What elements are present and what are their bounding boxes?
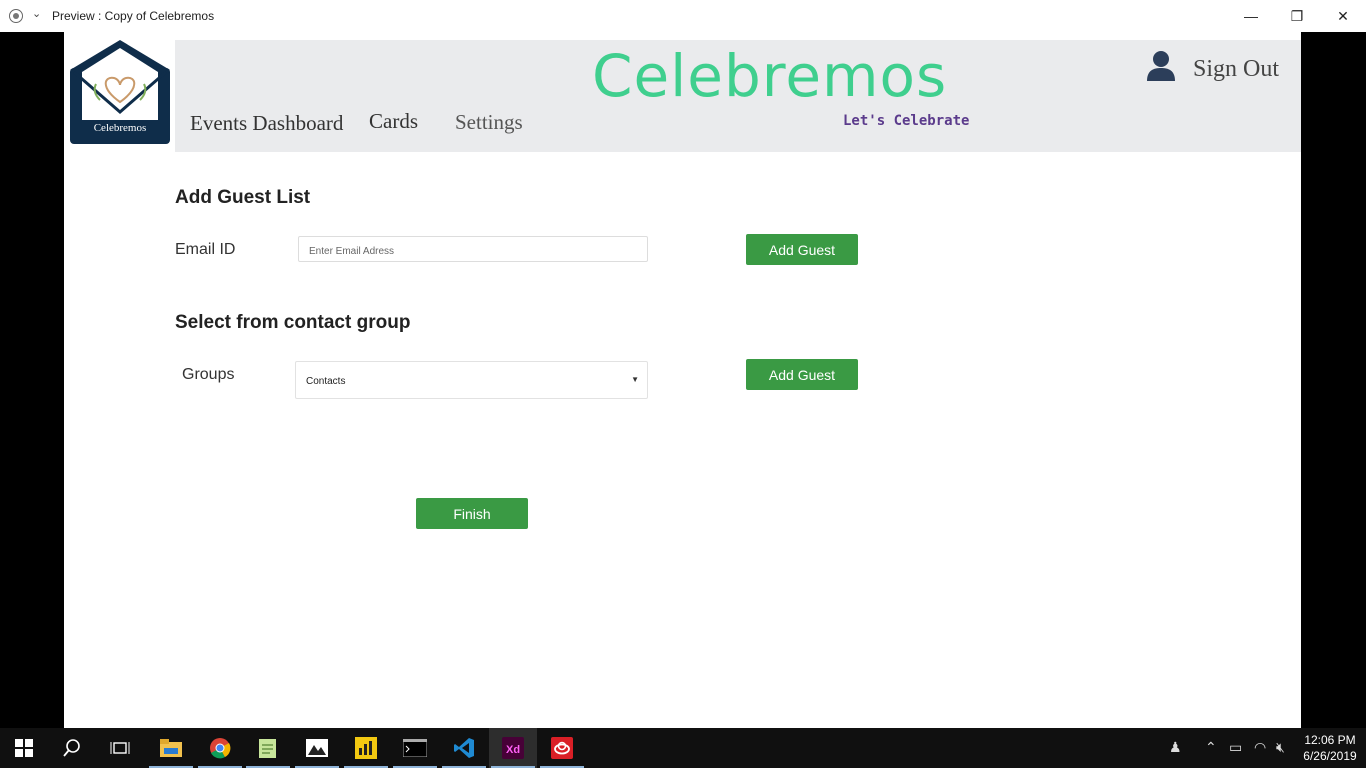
minimize-button[interactable]: — xyxy=(1228,0,1274,32)
logo-text: Celebremos xyxy=(93,122,147,134)
chevron-up-icon[interactable]: ⌃ xyxy=(1205,739,1217,756)
clock-date: 6/26/2019 xyxy=(1303,749,1357,763)
file-explorer-icon[interactable] xyxy=(147,728,195,768)
terminal-icon[interactable] xyxy=(391,728,439,768)
window-titlebar: ⌄ Preview : Copy of Celebremos — ❐ ✕ xyxy=(0,0,1366,32)
battery-icon[interactable]: ▭ xyxy=(1229,739,1242,756)
creative-cloud-icon[interactable] xyxy=(538,728,586,768)
email-label: Email ID xyxy=(175,241,236,258)
groups-select[interactable]: Contacts ▼ xyxy=(295,361,648,399)
clock-time: 12:06 PM xyxy=(1304,733,1356,747)
notepad-icon[interactable] xyxy=(244,728,292,768)
add-guest-from-group-button[interactable]: Add Guest xyxy=(746,359,858,390)
power-bi-icon[interactable] xyxy=(342,728,390,768)
clock[interactable]: 12:06 PM 6/26/2019 xyxy=(1300,732,1360,764)
volume-muted-icon[interactable]: 🔇︎ xyxy=(1276,739,1285,756)
window-title: Preview : Copy of Celebremos xyxy=(52,9,215,23)
contact-group-heading: Select from contact group xyxy=(175,312,411,333)
svg-text:Xd: Xd xyxy=(506,744,520,756)
caret-down-icon: ▼ xyxy=(631,375,639,384)
nav-events-dashboard[interactable]: Events Dashboard xyxy=(190,111,343,136)
sign-out-link[interactable]: Sign Out xyxy=(1193,56,1279,83)
restore-button[interactable]: ❐ xyxy=(1274,0,1320,32)
start-icon[interactable] xyxy=(0,728,48,768)
email-input[interactable]: Enter Email Adress xyxy=(298,236,648,262)
brand-title: Celebremos xyxy=(592,42,948,110)
photos-icon[interactable] xyxy=(293,728,341,768)
app-canvas: Celebremos Celebremos Let's Celebrate Ev… xyxy=(64,32,1301,728)
search-icon[interactable] xyxy=(48,728,96,768)
record-icon[interactable] xyxy=(9,9,23,23)
vscode-icon[interactable] xyxy=(440,728,488,768)
nav-cards[interactable]: Cards xyxy=(369,109,418,134)
adobe-xd-icon[interactable]: Xd xyxy=(489,728,537,768)
taskbar: Xd ♟ ⌃ ▭ ◠ 🔇︎ 12:06 PM 6/26/2019 xyxy=(0,728,1366,768)
task-view-icon[interactable] xyxy=(96,728,144,768)
header-bar: Celebremos Let's Celebrate Events Dashbo… xyxy=(175,40,1301,152)
logo[interactable]: Celebremos xyxy=(70,40,170,144)
tagline: Let's Celebrate xyxy=(843,113,970,129)
chevron-down-icon[interactable]: ⌄ xyxy=(32,7,41,20)
people-icon[interactable]: ♟ xyxy=(1169,739,1182,756)
groups-selected-value: Contacts xyxy=(306,376,346,387)
nav-settings[interactable]: Settings xyxy=(455,110,523,135)
groups-label: Groups xyxy=(182,366,235,383)
wifi-icon[interactable]: ◠ xyxy=(1254,739,1266,756)
finish-button[interactable]: Finish xyxy=(416,498,528,529)
user-icon[interactable] xyxy=(1146,50,1176,82)
close-button[interactable]: ✕ xyxy=(1320,0,1366,32)
add-guest-list-heading: Add Guest List xyxy=(175,187,311,208)
add-guest-button[interactable]: Add Guest xyxy=(746,234,858,265)
chrome-icon[interactable] xyxy=(196,728,244,768)
